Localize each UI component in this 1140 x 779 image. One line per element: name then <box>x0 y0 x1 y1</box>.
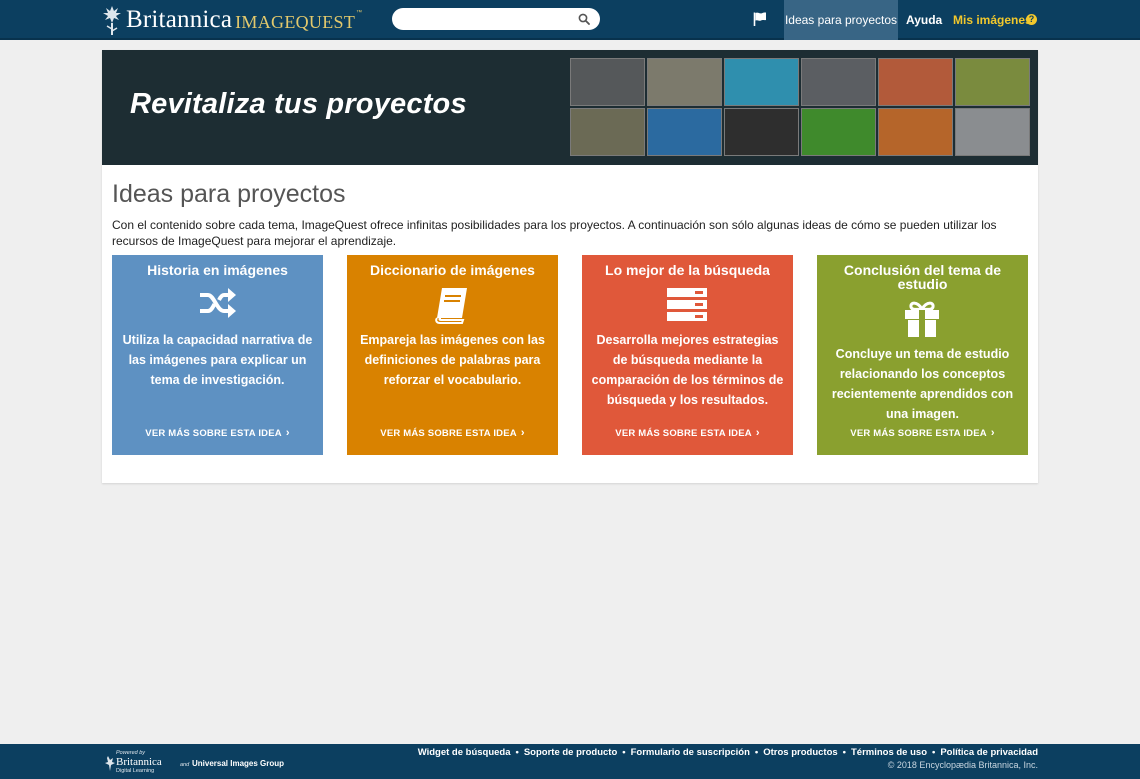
gift-icon <box>905 301 939 337</box>
great-wall-thumbnail <box>647 58 722 106</box>
footer-link[interactable]: Política de privacidad <box>940 747 1038 758</box>
powered-by-partners-logo[interactable]: Powered by Britannica Digital Learning a… <box>102 747 302 775</box>
woman-portrait-thumbnail <box>724 108 799 156</box>
chevron-right-icon: › <box>285 427 290 439</box>
banner-title: Revitaliza tus proyectos <box>130 88 467 120</box>
chevron-right-icon: › <box>520 427 525 439</box>
search-icon[interactable] <box>578 13 590 25</box>
idea-card-historia[interactable]: Historia en imágenes Utiliza la capacida… <box>112 255 323 455</box>
footer-link[interactable]: Soporte de producto <box>524 747 617 758</box>
page-footer: Powered by Britannica Digital Learning a… <box>0 744 1140 779</box>
thistle-logo-icon <box>103 6 121 35</box>
nav-mis-imagenes[interactable]: Mis imágenes <box>953 0 1032 40</box>
idea-card-diccionario[interactable]: Diccionario de imágenes Empareja las imá… <box>347 255 558 455</box>
mountains-thumbnail <box>955 108 1030 156</box>
footer-links: Widget de búsqueda • Soporte de producto • F… <box>418 747 1038 758</box>
footer-separator: • <box>622 747 626 758</box>
partner-sub-text: Digital Learning <box>116 768 154 774</box>
chevron-right-icon: › <box>990 427 995 439</box>
cells-thumbnail <box>878 108 953 156</box>
idea-card-description: Concluye un tema de estudio relacionando… <box>831 347 1014 421</box>
nav-ayuda[interactable]: Ayuda <box>906 0 942 40</box>
idea-card-busqueda[interactable]: Lo mejor de la búsqueda Desarrolla mejor… <box>582 255 793 455</box>
idea-card-description: Desarrolla mejores estrategias de búsque… <box>591 333 784 407</box>
britannica-imagequest-logo[interactable]: Britannica IMAGEQUEST ™ <box>100 1 362 39</box>
footer-copyright: © 2018 Encyclopædia Britannica, Inc. <box>887 760 1038 770</box>
footer-link[interactable]: Formulario de suscripción <box>631 747 750 758</box>
ver-mas-label: VER MÁS SOBRE ESTA IDEA <box>615 428 752 439</box>
footer-separator: • <box>932 747 936 758</box>
ver-mas-label: VER MÁS SOBRE ESTA IDEA <box>145 428 282 439</box>
ver-mas-link[interactable]: VER MÁS SOBRE ESTA IDEA › <box>347 427 558 439</box>
painting-thumbnail <box>570 108 645 156</box>
page-title: Ideas para proyectos <box>112 180 346 208</box>
partner-and-text: and <box>180 762 190 768</box>
ver-mas-link[interactable]: VER MÁS SOBRE ESTA IDEA › <box>112 427 323 439</box>
shuffle-icon <box>200 288 236 318</box>
logo-trademark: ™ <box>356 10 363 16</box>
logo-product-text: IMAGEQUEST <box>235 11 356 32</box>
idea-card-description: Empareja las imágenes con las definicion… <box>360 333 545 387</box>
footer-separator: • <box>515 747 519 758</box>
ver-mas-label: VER MÁS SOBRE ESTA IDEA <box>380 428 517 439</box>
search-box <box>392 8 600 30</box>
flag-icon[interactable] <box>752 11 768 27</box>
partner-brand-text: Britannica <box>116 756 162 768</box>
intro-paragraph: Con el contenido sobre cada tema, ImageQ… <box>112 218 997 248</box>
chevron-right-icon: › <box>755 427 760 439</box>
server-rack-thumbnail <box>647 108 722 156</box>
footer-link[interactable]: Términos de uso <box>851 747 927 758</box>
canyon-sunset-thumbnail <box>878 58 953 106</box>
idea-card-title: Conclusión del tema de estudio <box>843 262 1002 292</box>
idea-card-title: Diccionario de imágenes <box>370 262 535 278</box>
idea-card-title: Lo mejor de la búsqueda <box>605 262 770 278</box>
idea-card-title: Historia en imágenes <box>147 262 288 278</box>
nav-ideas-para-proyectos[interactable]: Ideas para proyectos <box>784 0 898 40</box>
banner-thumbnail-grid <box>570 58 1030 156</box>
footer-link[interactable]: Widget de búsqueda <box>418 747 511 758</box>
partner-second-text: Universal Images Group <box>192 759 284 768</box>
buildings-thumbnail <box>801 58 876 106</box>
logo-brand-text: Britannica <box>126 6 233 33</box>
help-question-icon[interactable]: ? <box>1026 14 1037 25</box>
hero-banner: Revitaliza tus proyectos <box>102 50 1038 165</box>
footer-link[interactable]: Otros productos <box>763 747 837 758</box>
top-navigation-bar: Britannica IMAGEQUEST ™ Ideas para proye… <box>0 0 1140 40</box>
idea-card-description: Utiliza la capacidad narrativa de las im… <box>122 333 313 387</box>
ver-mas-link[interactable]: VER MÁS SOBRE ESTA IDEA › <box>582 427 793 439</box>
red-cable-thumbnail <box>724 58 799 106</box>
ver-mas-label: VER MÁS SOBRE ESTA IDEA <box>850 428 987 439</box>
crab-skull-thumbnail <box>570 58 645 106</box>
main-content-panel: Revitaliza tus proyectos Ideas para proy… <box>102 50 1038 483</box>
footer-separator: • <box>754 747 759 758</box>
footer-separator: • <box>842 747 846 758</box>
frogs-thumbnail <box>955 58 1030 106</box>
book-icon <box>435 288 467 324</box>
search-input[interactable] <box>392 8 572 30</box>
idea-card-conclusion[interactable]: Conclusión del tema de estudio Concluye … <box>817 255 1028 455</box>
tree-frog-thumbnail <box>801 108 876 156</box>
ver-mas-link[interactable]: VER MÁS SOBRE ESTA IDEA › <box>817 427 1028 439</box>
server-list-icon <box>667 288 707 321</box>
